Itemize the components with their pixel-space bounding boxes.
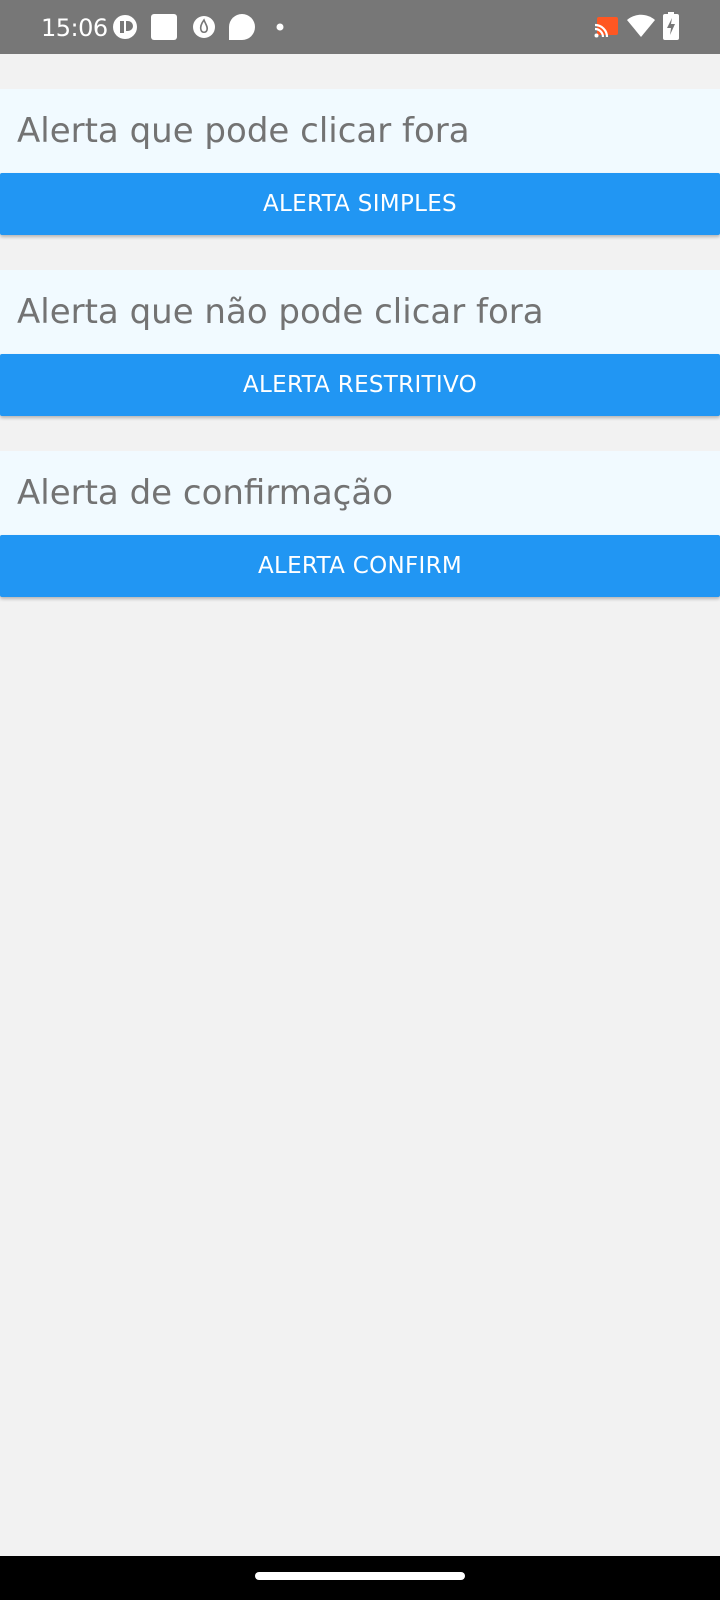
- alert-card-simple: Alerta que pode clicar fora ALERTA SIMPL…: [0, 89, 720, 239]
- alert-card-header: Alerta de confirmação: [0, 451, 720, 535]
- notification-dot-icon: [276, 23, 284, 31]
- square-app-icon: [151, 14, 177, 40]
- wifi-icon: [627, 14, 655, 37]
- status-bar: 15:06: [0, 0, 720, 54]
- battery-charging-icon: [663, 12, 679, 40]
- alert-card-title: Alerta que pode clicar fora: [17, 111, 470, 151]
- home-gesture-handle[interactable]: [255, 1572, 465, 1580]
- alert-card-header: Alerta que pode clicar fora: [0, 89, 720, 173]
- status-time: 15:06: [41, 14, 108, 42]
- alert-card-header: Alerta que não pode clicar fora: [0, 270, 720, 354]
- alert-confirm-button[interactable]: ALERTA CONFIRM: [0, 535, 720, 597]
- alert-card-title: Alerta que não pode clicar fora: [17, 292, 544, 332]
- navigation-bar: [0, 1556, 720, 1600]
- record-icon: [113, 15, 137, 39]
- alert-restrictive-button[interactable]: ALERTA RESTRITIVO: [0, 354, 720, 416]
- alert-card-title: Alerta de confirmação: [17, 473, 394, 513]
- alert-card-restrictive: Alerta que não pode clicar fora ALERTA R…: [0, 270, 720, 420]
- alert-card-confirm: Alerta de confirmação ALERTA CONFIRM: [0, 451, 720, 601]
- alert-simple-button[interactable]: ALERTA SIMPLES: [0, 173, 720, 235]
- flame-app-icon: [193, 16, 215, 38]
- cast-icon: [594, 17, 618, 38]
- chat-bubble-icon: [229, 14, 255, 40]
- alerts-screen: Alerta que pode clicar fora ALERTA SIMPL…: [0, 54, 720, 1556]
